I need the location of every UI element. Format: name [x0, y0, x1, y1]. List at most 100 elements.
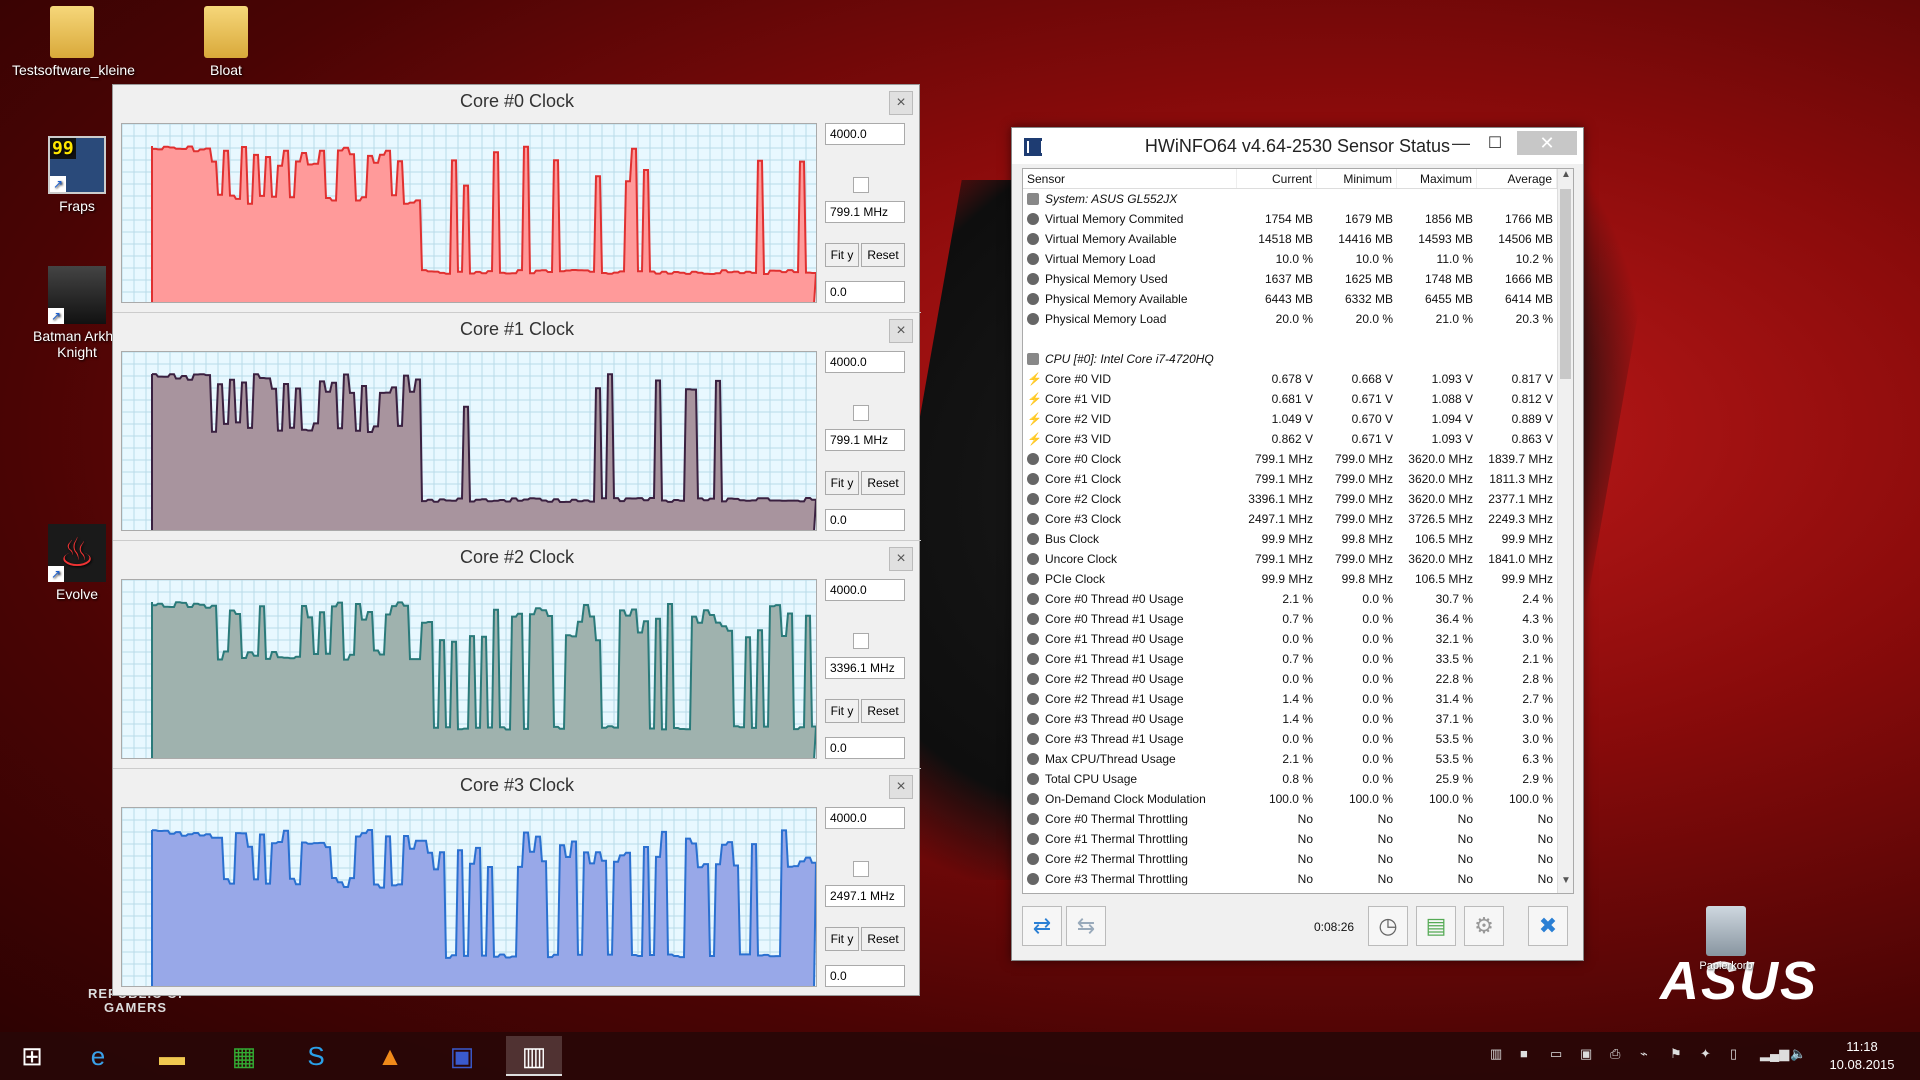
- close-icon[interactable]: ×: [889, 775, 913, 799]
- graph-ymax-field[interactable]: 4000.0: [825, 579, 905, 601]
- scroll-down-icon[interactable]: ▼: [1558, 875, 1573, 893]
- table-row[interactable]: Core #1 Thermal Throttling No No No No: [1023, 829, 1573, 849]
- table-row[interactable]: Max CPU/Thread Usage 2.1 % 0.0 % 53.5 % 6.3 …: [1023, 749, 1573, 769]
- tray-printer-icon[interactable]: ⎙: [1610, 1046, 1620, 1066]
- group-row[interactable]: CPU [#0]: Intel Core i7-4720HQ: [1023, 349, 1573, 369]
- table-row[interactable]: ⚡ Core #3 VID 0.862 V 0.671 V 1.093 V 0.863 V: [1023, 429, 1573, 449]
- table-row[interactable]: Physical Memory Load 20.0 % 20.0 % 21.0 % 20…: [1023, 309, 1573, 329]
- graph-checkbox[interactable]: [853, 177, 869, 193]
- graph-ymax-field[interactable]: 4000.0: [825, 807, 905, 829]
- tray-flag-icon[interactable]: ⚑: [1670, 1046, 1682, 1066]
- column-header-maximum[interactable]: Maximum: [1397, 169, 1477, 188]
- table-row[interactable]: Core #2 Clock 3396.1 MHz 799.0 MHz 3620.0 M…: [1023, 489, 1573, 509]
- desktop-icon-bloat[interactable]: Bloat: [166, 6, 286, 78]
- table-row[interactable]: Virtual Memory Available 14518 MB 14416 MB…: [1023, 229, 1573, 249]
- store-icon[interactable]: ▦: [216, 1036, 272, 1076]
- collapse-arrows-icon[interactable]: ⇆: [1066, 906, 1106, 946]
- close-icon[interactable]: ×: [889, 319, 913, 343]
- table-row[interactable]: [1023, 329, 1573, 349]
- settings-gear-icon[interactable]: ⚙: [1464, 906, 1504, 946]
- tray-power-icon[interactable]: ▯: [1730, 1046, 1737, 1066]
- clock-reset-icon[interactable]: ◷: [1368, 906, 1408, 946]
- maximize-icon[interactable]: ☐: [1480, 132, 1510, 158]
- fit-y-button[interactable]: Fit y: [825, 243, 859, 267]
- close-icon[interactable]: ×: [889, 91, 913, 115]
- column-header-current[interactable]: Current: [1237, 169, 1317, 188]
- scroll-up-icon[interactable]: ▲: [1558, 169, 1573, 187]
- reset-button[interactable]: Reset: [861, 471, 905, 495]
- table-row[interactable]: Core #0 Thread #1 Usage 0.7 % 0.0 % 36.4 % 4…: [1023, 609, 1573, 629]
- reset-button[interactable]: Reset: [861, 927, 905, 951]
- minimize-icon[interactable]: —: [1446, 132, 1476, 158]
- logging-icon[interactable]: ▤: [1416, 906, 1456, 946]
- scrollbar-thumb[interactable]: [1560, 189, 1571, 379]
- table-row[interactable]: Physical Memory Used 1637 MB 1625 MB 1748 M…: [1023, 269, 1573, 289]
- skype-icon[interactable]: S: [288, 1036, 344, 1076]
- file-explorer-icon[interactable]: ▬: [144, 1036, 200, 1076]
- table-row[interactable]: Core #3 Thread #0 Usage 1.4 % 0.0 % 37.1 % 3…: [1023, 709, 1573, 729]
- vlc-icon[interactable]: ▲: [362, 1036, 418, 1076]
- table-row[interactable]: On-Demand Clock Modulation 100.0 % 100.0 %…: [1023, 789, 1573, 809]
- table-row[interactable]: Core #2 Thermal Throttling No No No No: [1023, 849, 1573, 869]
- table-row[interactable]: Bus Clock 99.9 MHz 99.8 MHz 106.5 MHz 99.9 M…: [1023, 529, 1573, 549]
- tray-usb-icon[interactable]: ⌁: [1640, 1046, 1648, 1066]
- table-row[interactable]: ⚡ Core #2 VID 1.049 V 0.670 V 1.094 V 0.889 V: [1023, 409, 1573, 429]
- desktop-icon-recycle-bin[interactable]: Papierkorb: [1666, 906, 1786, 972]
- reset-button[interactable]: Reset: [861, 699, 905, 723]
- graph-ymin-field[interactable]: 0.0: [825, 965, 905, 987]
- reset-button[interactable]: Reset: [861, 243, 905, 267]
- close-icon[interactable]: ✕: [1517, 131, 1577, 155]
- graph-ymin-field[interactable]: 0.0: [825, 737, 905, 759]
- close-icon[interactable]: ×: [889, 547, 913, 571]
- table-row[interactable]: Core #1 Thread #0 Usage 0.0 % 0.0 % 32.1 % 3…: [1023, 629, 1573, 649]
- tray-volume-icon[interactable]: 🔈: [1790, 1046, 1806, 1066]
- tray-app-icon[interactable]: ▣: [1580, 1046, 1592, 1066]
- table-row[interactable]: Total CPU Usage 0.8 % 0.0 % 25.9 % 2.9 %: [1023, 769, 1573, 789]
- tray-hwinfo-icon[interactable]: ▥: [1490, 1046, 1502, 1066]
- exit-icon[interactable]: ✖: [1528, 906, 1568, 946]
- table-row[interactable]: Core #0 Thread #0 Usage 2.1 % 0.0 % 30.7 % 2…: [1023, 589, 1573, 609]
- graph-ymin-field[interactable]: 0.0: [825, 509, 905, 531]
- tray-nvidia-icon[interactable]: ■: [1520, 1046, 1528, 1066]
- table-row[interactable]: Physical Memory Available 6443 MB 6332 MB 6…: [1023, 289, 1573, 309]
- table-row[interactable]: ⚡ Core #0 VID 0.678 V 0.668 V 1.093 V 0.817 V: [1023, 369, 1573, 389]
- graph-ymax-field[interactable]: 4000.0: [825, 123, 905, 145]
- table-row[interactable]: Core #3 Thread #1 Usage 0.0 % 0.0 % 53.5 % 3…: [1023, 729, 1573, 749]
- graph-checkbox[interactable]: [853, 633, 869, 649]
- table-row[interactable]: Core #0 Thermal Throttling No No No No: [1023, 809, 1573, 829]
- column-header-sensor[interactable]: Sensor: [1023, 169, 1237, 188]
- table-row[interactable]: Core #1 Thread #1 Usage 0.7 % 0.0 % 33.5 % 2…: [1023, 649, 1573, 669]
- group-row[interactable]: System: ASUS GL552JX: [1023, 189, 1573, 209]
- table-row[interactable]: Core #3 Thermal Throttling No No No No: [1023, 869, 1573, 889]
- title-bar[interactable]: HWiNFO64 v4.64-2530 Sensor Status — ☐ ✕: [1012, 128, 1583, 164]
- table-row[interactable]: Core #0 Clock 799.1 MHz 799.0 MHz 3620.0 MH…: [1023, 449, 1573, 469]
- hwinfo-icon[interactable]: ▥: [506, 1036, 562, 1076]
- start-icon[interactable]: ⊞: [4, 1036, 60, 1076]
- table-row[interactable]: Uncore Clock 799.1 MHz 799.0 MHz 3620.0 MHz…: [1023, 549, 1573, 569]
- table-row[interactable]: ⚡ Core #1 VID 0.681 V 0.671 V 1.088 V 0.812 V: [1023, 389, 1573, 409]
- tray-dropbox-icon[interactable]: ✦: [1700, 1046, 1711, 1066]
- graph-checkbox[interactable]: [853, 861, 869, 877]
- table-row[interactable]: Core #2 Thread #1 Usage 1.4 % 0.0 % 31.4 % 2…: [1023, 689, 1573, 709]
- table-row[interactable]: Virtual Memory Commited 1754 MB 1679 MB 185…: [1023, 209, 1573, 229]
- tray-monitor-icon[interactable]: ▭: [1550, 1046, 1562, 1066]
- save-icon[interactable]: ▣: [434, 1036, 490, 1076]
- graph-checkbox[interactable]: [853, 405, 869, 421]
- taskbar-clock[interactable]: 11:18 10.08.2015: [1812, 1038, 1912, 1074]
- tray-network-icon[interactable]: ▂▄▆: [1760, 1046, 1789, 1066]
- scrollbar[interactable]: ▲ ▼: [1557, 169, 1573, 893]
- table-row[interactable]: Core #1 Clock 799.1 MHz 799.0 MHz 3620.0 MH…: [1023, 469, 1573, 489]
- column-header-minimum[interactable]: Minimum: [1317, 169, 1397, 188]
- table-row[interactable]: Virtual Memory Load 10.0 % 10.0 % 11.0 % 10.…: [1023, 249, 1573, 269]
- desktop-icon-testsoftware[interactable]: Testsoftware_kleine: [12, 6, 135, 78]
- graph-ymin-field[interactable]: 0.0: [825, 281, 905, 303]
- table-row[interactable]: Core #3 Clock 2497.1 MHz 799.0 MHz 3726.5 M…: [1023, 509, 1573, 529]
- table-row[interactable]: Core #2 Thread #0 Usage 0.0 % 0.0 % 22.8 % 2…: [1023, 669, 1573, 689]
- internet-explorer-icon[interactable]: e: [70, 1036, 126, 1076]
- fit-y-button[interactable]: Fit y: [825, 471, 859, 495]
- expand-arrows-icon[interactable]: ⇄: [1022, 906, 1062, 946]
- fit-y-button[interactable]: Fit y: [825, 927, 859, 951]
- column-header-average[interactable]: Average: [1477, 169, 1557, 188]
- graph-ymax-field[interactable]: 4000.0: [825, 351, 905, 373]
- table-row[interactable]: PCIe Clock 99.9 MHz 99.8 MHz 106.5 MHz 99.9 …: [1023, 569, 1573, 589]
